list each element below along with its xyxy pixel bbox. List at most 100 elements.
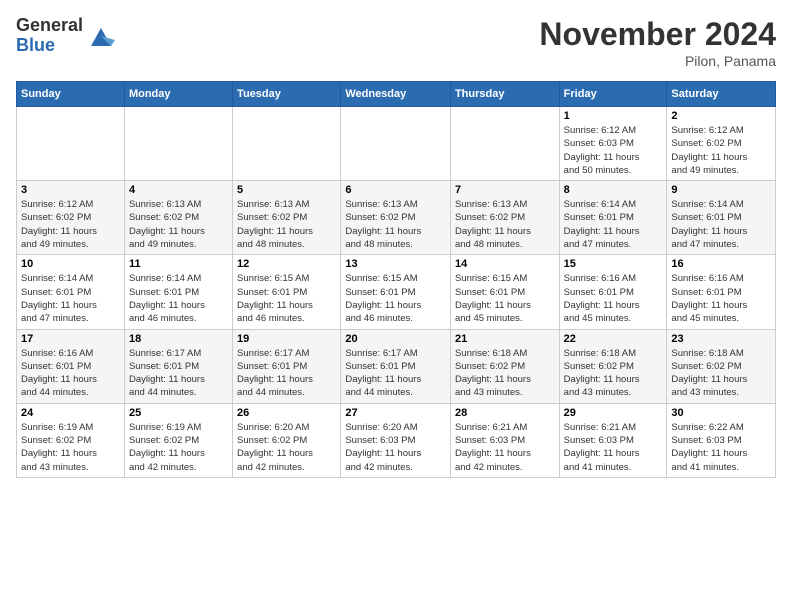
day-info: Sunrise: 6:21 AM Sunset: 6:03 PM Dayligh…: [455, 421, 555, 474]
calendar-cell: 20 Sunrise: 6:17 AM Sunset: 6:01 PM Dayli…: [341, 329, 451, 403]
calendar-cell: 16Sunrise: 6:16 AM Sunset: 6:01 PM Dayli…: [667, 255, 776, 329]
day-info: Sunrise: 6:15 AM Sunset: 6:01 PM Dayligh…: [237, 272, 336, 325]
day-number: 10: [21, 258, 120, 270]
calendar-cell: 26 Sunrise: 6:20 AM Sunset: 6:02 PM Dayli…: [233, 403, 341, 477]
day-number: 6: [345, 184, 446, 196]
day-number: 5: [237, 184, 336, 196]
day-number: 23: [671, 333, 771, 345]
calendar-cell: 23 Sunrise: 6:18 AM Sunset: 6:02 PM Dayli…: [667, 329, 776, 403]
calendar-cell: 6 Sunrise: 6:13 AM Sunset: 6:02 PM Daylig…: [341, 181, 451, 255]
calendar-cell: 7 Sunrise: 6:13 AM Sunset: 6:02 PM Daylig…: [450, 181, 559, 255]
day-info: Sunrise: 6:16 AM Sunset: 6:01 PM Dayligh…: [21, 347, 120, 400]
day-info: Sunrise: 6:13 AM Sunset: 6:02 PM Dayligh…: [455, 198, 555, 251]
calendar-cell: [233, 107, 341, 181]
calendar-cell: 21 Sunrise: 6:18 AM Sunset: 6:02 PM Dayli…: [450, 329, 559, 403]
day-number: 29: [564, 407, 663, 419]
day-info: Sunrise: 6:14 AM Sunset: 6:01 PM Dayligh…: [129, 272, 228, 325]
calendar-cell: 1 Sunrise: 6:12 AM Sunset: 6:03 PM Daylig…: [559, 107, 667, 181]
day-number: 3: [21, 184, 120, 196]
day-of-week-tuesday: Tuesday: [233, 82, 341, 107]
day-number: 30: [671, 407, 771, 419]
calendar-cell: 11 Sunrise: 6:14 AM Sunset: 6:01 PM Dayli…: [124, 255, 232, 329]
day-info: Sunrise: 6:12 AM Sunset: 6:02 PM Dayligh…: [21, 198, 120, 251]
day-info: Sunrise: 6:16 AM Sunset: 6:01 PM Dayligh…: [671, 272, 771, 325]
calendar-cell: 4 Sunrise: 6:13 AM Sunset: 6:02 PM Daylig…: [124, 181, 232, 255]
logo-icon: [87, 22, 115, 50]
calendar-cell: 14Sunrise: 6:15 AM Sunset: 6:01 PM Dayli…: [450, 255, 559, 329]
day-of-week-wednesday: Wednesday: [341, 82, 451, 107]
day-info: Sunrise: 6:13 AM Sunset: 6:02 PM Dayligh…: [129, 198, 228, 251]
calendar-cell: 8Sunrise: 6:14 AM Sunset: 6:01 PM Daylig…: [559, 181, 667, 255]
day-number: 7: [455, 184, 555, 196]
day-number: 12: [237, 258, 336, 270]
day-number: 13: [345, 258, 446, 270]
calendar-cell: 12 Sunrise: 6:15 AM Sunset: 6:01 PM Dayli…: [233, 255, 341, 329]
page-header: General Blue November 2024 Pilon, Panama: [16, 16, 776, 69]
calendar-week-4: 17 Sunrise: 6:16 AM Sunset: 6:01 PM Dayli…: [17, 329, 776, 403]
day-of-week-friday: Friday: [559, 82, 667, 107]
day-info: Sunrise: 6:13 AM Sunset: 6:02 PM Dayligh…: [237, 198, 336, 251]
calendar-cell: 28 Sunrise: 6:21 AM Sunset: 6:03 PM Dayli…: [450, 403, 559, 477]
day-number: 28: [455, 407, 555, 419]
day-of-week-sunday: Sunday: [17, 82, 125, 107]
day-of-week-thursday: Thursday: [450, 82, 559, 107]
logo-general-text: General: [16, 16, 83, 36]
day-info: Sunrise: 6:20 AM Sunset: 6:02 PM Dayligh…: [237, 421, 336, 474]
day-of-week-saturday: Saturday: [667, 82, 776, 107]
day-number: 27: [345, 407, 446, 419]
day-info: Sunrise: 6:18 AM Sunset: 6:02 PM Dayligh…: [564, 347, 663, 400]
day-info: Sunrise: 6:18 AM Sunset: 6:02 PM Dayligh…: [671, 347, 771, 400]
calendar-cell: 2 Sunrise: 6:12 AM Sunset: 6:02 PM Daylig…: [667, 107, 776, 181]
day-info: Sunrise: 6:14 AM Sunset: 6:01 PM Dayligh…: [671, 198, 771, 251]
calendar-cell: 30 Sunrise: 6:22 AM Sunset: 6:03 PM Dayli…: [667, 403, 776, 477]
day-info: Sunrise: 6:21 AM Sunset: 6:03 PM Dayligh…: [564, 421, 663, 474]
day-info: Sunrise: 6:19 AM Sunset: 6:02 PM Dayligh…: [21, 421, 120, 474]
calendar-cell: 22Sunrise: 6:18 AM Sunset: 6:02 PM Dayli…: [559, 329, 667, 403]
day-number: 2: [671, 110, 771, 122]
logo: General Blue: [16, 16, 115, 56]
calendar-week-3: 10 Sunrise: 6:14 AM Sunset: 6:01 PM Dayli…: [17, 255, 776, 329]
calendar-cell: [450, 107, 559, 181]
day-info: Sunrise: 6:14 AM Sunset: 6:01 PM Dayligh…: [21, 272, 120, 325]
day-info: Sunrise: 6:18 AM Sunset: 6:02 PM Dayligh…: [455, 347, 555, 400]
day-info: Sunrise: 6:12 AM Sunset: 6:02 PM Dayligh…: [671, 124, 771, 177]
title-area: November 2024 Pilon, Panama: [539, 16, 776, 69]
day-info: Sunrise: 6:12 AM Sunset: 6:03 PM Dayligh…: [564, 124, 663, 177]
month-title: November 2024: [539, 16, 776, 53]
day-number: 11: [129, 258, 228, 270]
day-number: 18: [129, 333, 228, 345]
day-number: 21: [455, 333, 555, 345]
day-info: Sunrise: 6:22 AM Sunset: 6:03 PM Dayligh…: [671, 421, 771, 474]
day-number: 4: [129, 184, 228, 196]
calendar-cell: [124, 107, 232, 181]
day-info: Sunrise: 6:16 AM Sunset: 6:01 PM Dayligh…: [564, 272, 663, 325]
day-number: 1: [564, 110, 663, 122]
calendar-cell: 13 Sunrise: 6:15 AM Sunset: 6:01 PM Dayli…: [341, 255, 451, 329]
day-number: 24: [21, 407, 120, 419]
calendar-cell: 25 Sunrise: 6:19 AM Sunset: 6:02 PM Dayli…: [124, 403, 232, 477]
day-info: Sunrise: 6:19 AM Sunset: 6:02 PM Dayligh…: [129, 421, 228, 474]
calendar-cell: 3 Sunrise: 6:12 AM Sunset: 6:02 PM Daylig…: [17, 181, 125, 255]
day-info: Sunrise: 6:14 AM Sunset: 6:01 PM Dayligh…: [564, 198, 663, 251]
day-number: 20: [345, 333, 446, 345]
day-info: Sunrise: 6:17 AM Sunset: 6:01 PM Dayligh…: [237, 347, 336, 400]
calendar-cell: 10 Sunrise: 6:14 AM Sunset: 6:01 PM Dayli…: [17, 255, 125, 329]
day-info: Sunrise: 6:17 AM Sunset: 6:01 PM Dayligh…: [345, 347, 446, 400]
day-number: 25: [129, 407, 228, 419]
day-info: Sunrise: 6:15 AM Sunset: 6:01 PM Dayligh…: [455, 272, 555, 325]
day-info: Sunrise: 6:15 AM Sunset: 6:01 PM Dayligh…: [345, 272, 446, 325]
calendar-cell: 5 Sunrise: 6:13 AM Sunset: 6:02 PM Daylig…: [233, 181, 341, 255]
day-number: 15: [564, 258, 663, 270]
calendar-cell: 27Sunrise: 6:20 AM Sunset: 6:03 PM Dayli…: [341, 403, 451, 477]
calendar-cell: 17 Sunrise: 6:16 AM Sunset: 6:01 PM Dayli…: [17, 329, 125, 403]
day-number: 19: [237, 333, 336, 345]
day-number: 26: [237, 407, 336, 419]
day-info: Sunrise: 6:13 AM Sunset: 6:02 PM Dayligh…: [345, 198, 446, 251]
calendar-week-5: 24 Sunrise: 6:19 AM Sunset: 6:02 PM Dayli…: [17, 403, 776, 477]
day-of-week-monday: Monday: [124, 82, 232, 107]
calendar-cell: 15 Sunrise: 6:16 AM Sunset: 6:01 PM Dayli…: [559, 255, 667, 329]
calendar-table: SundayMondayTuesdayWednesdayThursdayFrid…: [16, 81, 776, 478]
calendar-cell: [341, 107, 451, 181]
day-number: 17: [21, 333, 120, 345]
calendar-cell: 19 Sunrise: 6:17 AM Sunset: 6:01 PM Dayli…: [233, 329, 341, 403]
